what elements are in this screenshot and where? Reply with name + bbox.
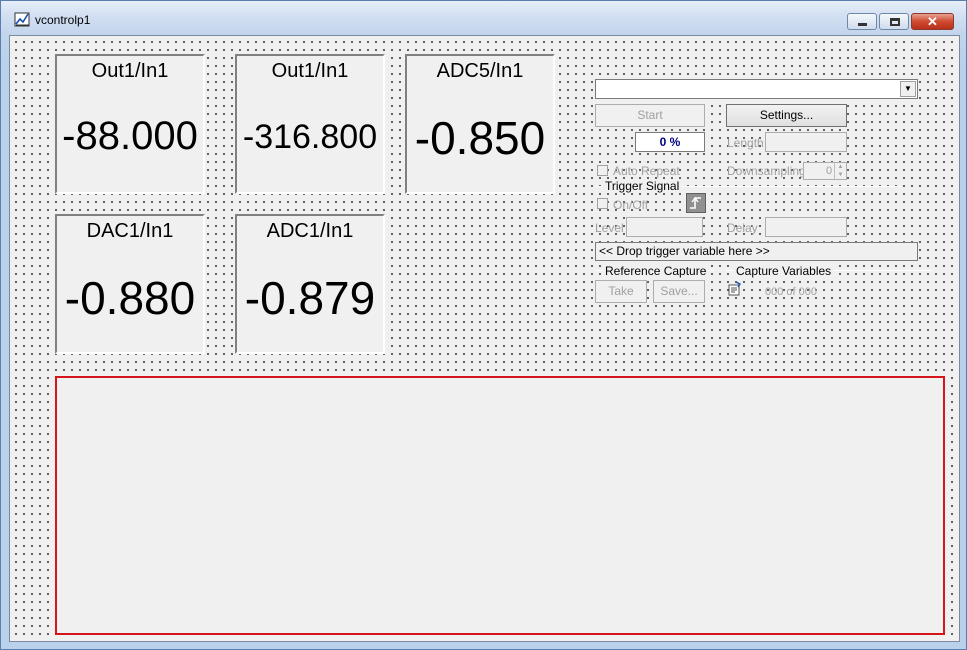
maximize-icon — [890, 18, 900, 26]
capture-source-select[interactable]: ▼ — [595, 79, 918, 99]
capture-variables-icon[interactable] — [727, 281, 743, 297]
gauge-adc5-in1[interactable]: ADC5/In1 -0.850 — [405, 54, 555, 194]
gauge-title: Out1/In1 — [271, 60, 349, 82]
downsampling-label: Downsampling — [727, 164, 806, 178]
maximize-button[interactable] — [879, 13, 909, 30]
auto-repeat-label: Auto Repeat — [613, 164, 680, 178]
downsampling-value: 0 — [826, 165, 833, 177]
gauge-value: -88.000 — [62, 114, 198, 158]
gauge-title: Out1/In1 — [91, 60, 169, 82]
trigger-group-label: Trigger Signal — [603, 179, 682, 193]
downsampling-stepper[interactable]: 0 ▲ ▼ — [803, 162, 847, 180]
rising-edge-icon — [690, 196, 701, 209]
spin-arrows-icon[interactable]: ▲ ▼ — [834, 163, 846, 179]
level-label: Level — [595, 221, 624, 235]
gauge-value: -0.880 — [64, 272, 196, 324]
save-button[interactable]: Save... — [653, 280, 705, 303]
gauge-out1-in1-a[interactable]: Out1/In1 -88.000 — [55, 54, 205, 194]
gauge-value: -0.879 — [244, 272, 376, 324]
close-icon: ✕ — [927, 14, 938, 29]
auto-repeat-checkbox[interactable] — [597, 165, 608, 176]
level-field[interactable] — [626, 217, 703, 237]
chevron-down-icon[interactable]: ▼ — [900, 81, 916, 97]
layout-panel: Out1/In1 -88.000 Out1/In1 -316.800 ADC5/… — [9, 35, 960, 642]
trigger-onoff-checkbox[interactable] — [597, 198, 608, 209]
gauge-title: ADC1/In1 — [266, 220, 354, 242]
application-window: vcontrolp1 ✕ Out1/In1 -88.000 Out1/In1 -… — [0, 0, 967, 650]
gauge-title: DAC1/In1 — [86, 220, 174, 242]
capture-count: 000 of 000 — [765, 286, 817, 298]
length-label: Length — [727, 136, 764, 150]
window-title: vcontrolp1 — [35, 13, 91, 27]
minimize-button[interactable] — [847, 13, 877, 30]
gauge-value: -0.850 — [414, 112, 546, 164]
plot-area[interactable] — [55, 376, 945, 635]
trigger-onoff-label: On/Off — [613, 198, 649, 212]
caption-buttons: ✕ — [845, 13, 954, 31]
gauge-out1-in1-b[interactable]: Out1/In1 -316.800 — [235, 54, 385, 194]
gauge-dac1-in1[interactable]: DAC1/In1 -0.880 — [55, 214, 205, 354]
gauge-adc1-in1[interactable]: ADC1/In1 -0.879 — [235, 214, 385, 354]
trigger-drop-zone[interactable]: << Drop trigger variable here >> — [595, 242, 918, 261]
minimize-icon — [858, 23, 867, 26]
gauge-title: ADC5/In1 — [436, 60, 524, 82]
delay-label: Delay — [727, 221, 758, 235]
close-button[interactable]: ✕ — [911, 13, 954, 30]
length-field[interactable] — [765, 132, 847, 152]
capture-vars-label: Capture Variables — [734, 264, 834, 278]
delay-field[interactable] — [765, 217, 847, 237]
start-button[interactable]: Start — [595, 104, 705, 127]
progress-display: 0 % — [635, 132, 705, 152]
title-bar[interactable]: vcontrolp1 ✕ — [1, 1, 966, 35]
app-icon — [14, 12, 30, 27]
trigger-edge-button[interactable] — [686, 193, 706, 213]
reference-group-label: Reference Capture — [603, 264, 709, 278]
take-button[interactable]: Take — [595, 280, 647, 303]
gauge-value: -316.800 — [242, 118, 378, 156]
settings-button[interactable]: Settings... — [726, 104, 847, 127]
